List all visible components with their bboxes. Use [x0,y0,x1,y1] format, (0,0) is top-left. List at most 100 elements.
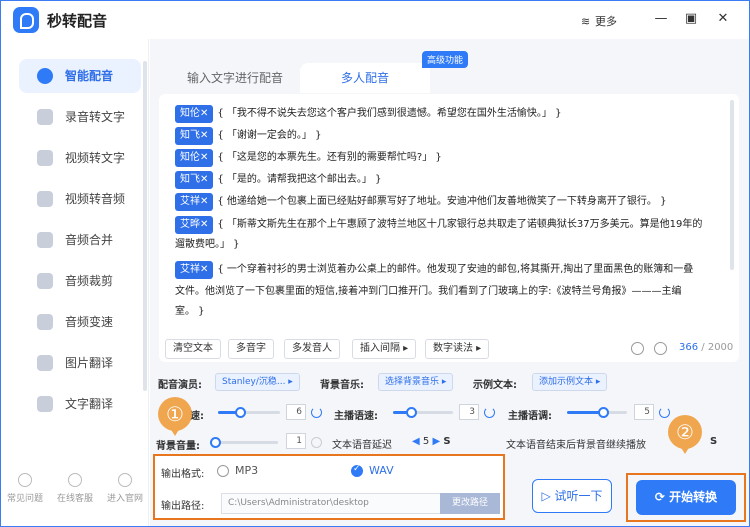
wav-radio[interactable] [351,464,363,477]
sidebar-item-video-to-audio[interactable]: 视频转音频 [19,182,141,216]
slider-knob[interactable] [234,407,246,418]
sidebar-item-image-translate[interactable]: 图片翻译 [19,346,141,380]
slider-knob[interactable] [210,437,222,448]
sidebar-item-label: 智能配音 [65,69,114,83]
sidebar-item-label: 录音转文字 [65,110,126,124]
bgvol-slider[interactable] [210,437,278,448]
globe-icon [118,473,132,487]
sidebar-bottom-links: 常见问题 在线客服 进入官网 [1,467,149,526]
mp3-label[interactable]: MP3 [235,464,258,477]
speaker-tag[interactable]: 艾晔✕ [175,216,214,234]
bgvol-label: 背景音量: [156,441,200,452]
reset-icon[interactable] [659,407,670,418]
sidebar-item-text-translate[interactable]: 文字翻译 [19,387,141,421]
support-link[interactable]: 在线客服 [53,473,97,504]
dialogue-line[interactable]: 艾祥✕{ 一个穿着衬衫的男士浏览着办公桌上的邮件。他发现了安迪的邮包,将其撕开,… [175,260,693,279]
sidebar-item-audio-speed[interactable]: 音频变速 [19,305,141,339]
support-label: 在线客服 [56,494,93,504]
slider-knob[interactable] [598,407,609,418]
dialogue-line[interactable]: 艾祥✕{ 他递给她一个包裹上面已经贴好邮票写好了地址。安迪冲他们友善地微笑了一下… [175,192,666,211]
speaker-tag[interactable]: 艾祥✕ [175,261,214,279]
delay-unit: S [443,436,451,447]
line-text: { 「谢谢一定会的。」 } [217,130,322,141]
sidebar-scrollbar[interactable] [143,61,147,391]
dub-icon [37,68,53,84]
path-label: 输出路径: [161,501,205,512]
maximize-icon[interactable]: ▣ [683,11,699,27]
translate-icon [37,396,53,412]
voice-select[interactable]: Stanley/沉稳... ▸ [215,373,300,391]
preview-button[interactable]: ▷ 试听一下 [532,479,612,513]
line-text: { 一个穿着衬衫的男士浏览着办公桌上的邮件。他发现了安迪的邮包,将其撕开,掏出了… [217,264,694,275]
line-text: 室。 } [175,306,205,317]
sidebar-item-audio-merge[interactable]: 音频合并 [19,223,141,257]
minimize-icon[interactable]: — [653,11,669,27]
speaker-tag[interactable]: 知飞✕ [175,127,214,145]
faq-link[interactable]: 常见问题 [3,473,47,504]
dialogue-line[interactable]: 艾晔✕{ 「斯蒂文斯先生在那个上午惠顾了波特兰地区十几家银行总共取走了诺顿典狱长… [175,215,702,234]
polyphone-button[interactable]: 多音字 [228,339,274,359]
tab-bar: 输入文字进行配音 多人配音 高级功能 [170,51,735,93]
video-audio-icon [37,191,53,207]
callout-two: ② [668,415,702,454]
wav-label[interactable]: WAV [369,464,394,477]
sidebar-item-video-to-text[interactable]: 视频转文字 [19,141,141,175]
speed-slider[interactable] [218,407,280,418]
tone-label: 主播语调: [508,411,552,422]
dialogue-line[interactable]: 知飞✕{ 「谢谢一定会的。」 } [175,126,321,145]
sidebar-item-label: 图片翻译 [65,356,114,370]
output-settings-box: 输出格式: MP3 WAV 输出路径: C:\Users\Administrat… [153,454,505,520]
dialogue-line[interactable]: 知伦✕{ 「这是您的本票先生。还有别的需要帮忙吗?」 } [175,148,442,167]
speaker-tag[interactable]: 知飞✕ [175,171,214,189]
dialogue-line-cont: 室。 } [175,302,205,321]
mp3-radio[interactable] [217,465,229,477]
reset-icon[interactable] [311,407,322,418]
tone-slider[interactable] [567,407,627,418]
delay-stepper[interactable]: ◀ 5 ▶ S [412,436,451,447]
sidebar-item-audio-cut[interactable]: 音频裁剪 [19,264,141,298]
dialogue-line[interactable]: 知飞✕{ 「是的。请帮我把这个邮出去。」 } [175,170,381,189]
rate-value[interactable]: 3 [459,404,479,420]
sidebar-item-smart-dub[interactable]: 智能配音 [19,59,141,93]
output-path-field[interactable]: C:\Users\Administrator\desktop [221,493,445,514]
tab-multi-dub[interactable]: 多人配音 [300,63,430,93]
reset-icon[interactable] [484,407,495,418]
dialogue-line[interactable]: 知伦✕{ 「我不得不说失去您这个客户我们感到很遗憾。希望您在国外生活愉快。」 } [175,104,561,123]
voice-label: 配音演员: [158,380,202,391]
clear-text-button[interactable]: 清空文本 [165,339,221,359]
line-text: { 「是的。请帮我把这个邮出去。」 } [217,174,382,185]
increment-icon[interactable]: ▶ [432,436,440,447]
speaker-tag[interactable]: 知伦✕ [175,149,214,167]
slider-knob[interactable] [406,407,417,418]
speed-value[interactable]: 6 [286,404,306,420]
speaker-tag[interactable]: 艾祥✕ [175,193,214,211]
speaker-tag[interactable]: 知伦✕ [175,105,214,123]
bgvol-value[interactable]: 1 [286,433,306,449]
more-menu[interactable]: ≋ 更多 [581,13,617,29]
reset-icon[interactable] [311,437,322,448]
website-link[interactable]: 进入官网 [103,473,147,504]
script-editor[interactable]: 知伦✕{ 「我不得不说失去您这个客户我们感到很遗憾。希望您在国外生活愉快。」 }… [159,94,739,362]
tone-value[interactable]: 5 [634,404,654,420]
insert-pause-button[interactable]: 插入间隔 ▸ [352,339,417,359]
start-label: 开始转换 [669,490,718,504]
rate-slider[interactable] [393,407,453,418]
editor-scrollbar[interactable] [730,100,734,270]
line-text: { 「这是您的本票先生。还有别的需要帮忙吗?」 } [217,152,442,163]
delay-value: 5 [422,436,430,447]
multi-speaker-button[interactable]: 多发音人 [284,339,340,359]
line-text: { 「斯蒂文斯先生在那个上午惠顾了波特兰地区十几家银行总共取走了诺顿典狱长37万… [217,219,703,230]
sidebar: 智能配音 录音转文字 视频转文字 视频转音频 音频合并 音频裁剪 音频变速 图片… [1,39,149,526]
change-path-button[interactable]: 更改路径 [440,493,500,514]
undo-icon[interactable] [631,342,644,355]
tab-single-dub[interactable]: 输入文字进行配音 [170,63,300,93]
close-icon[interactable]: ✕ [715,11,731,27]
sidebar-item-audio-to-text[interactable]: 录音转文字 [19,100,141,134]
bgm-select[interactable]: 选择背景音乐 ▸ [378,373,454,391]
start-convert-button[interactable]: ⟳ 开始转换 [636,480,736,515]
sidebar-item-label: 视频转文字 [65,151,126,165]
decrement-icon[interactable]: ◀ [412,436,420,447]
number-reading-button[interactable]: 数字读法 ▸ [425,339,490,359]
redo-icon[interactable] [654,342,667,355]
sample-select[interactable]: 添加示例文本 ▸ [532,373,608,391]
